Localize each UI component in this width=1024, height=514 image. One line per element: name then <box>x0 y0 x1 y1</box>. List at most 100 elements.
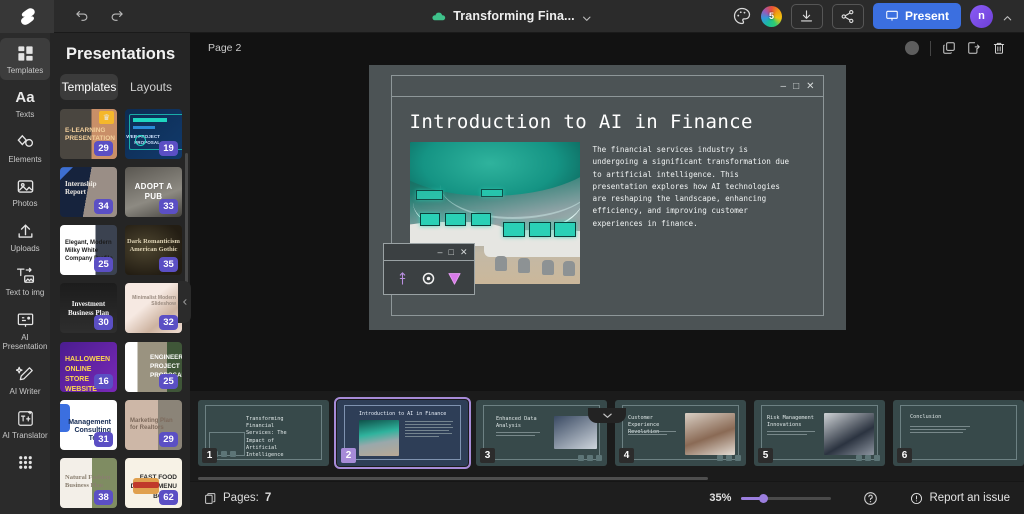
zoom-controls: 35% Report an issue <box>709 491 1010 506</box>
zoom-slider-knob[interactable] <box>759 493 769 503</box>
minimize-icon[interactable]: – <box>438 247 443 257</box>
zoom-slider[interactable] <box>741 493 832 503</box>
template-card[interactable]: E-LEARNING PRESENTATION ♛ 29 <box>60 109 117 159</box>
avatar[interactable]: n <box>970 4 993 28</box>
pages-indicator: Pages: 7 <box>204 492 271 505</box>
zoom-level: 35% <box>709 492 732 504</box>
undo-button[interactable] <box>70 4 94 28</box>
color-wheel-badge[interactable]: 5 <box>760 5 782 27</box>
filmstrip-collapse-chevron[interactable] <box>588 408 626 423</box>
sidebar-item-ai-presentation[interactable]: AI Presentation <box>0 305 50 357</box>
float-icon-row <box>384 261 474 295</box>
template-card[interactable]: Investment Business Plan 30 <box>60 283 117 334</box>
avatar-initial: n <box>978 10 985 22</box>
tab-layouts[interactable]: Layouts <box>122 74 180 100</box>
template-card[interactable]: ADOPT A PUB 33 <box>125 167 182 218</box>
sidebar-item-elements[interactable]: Elements <box>0 127 50 169</box>
template-count-badge: 25 <box>159 373 178 389</box>
sidebar-item-templates[interactable]: Templates <box>0 38 50 81</box>
sidebar-item-photos[interactable]: Photos <box>0 171 50 213</box>
share-button[interactable] <box>831 3 864 29</box>
templates-panel: Presentations Templates Layouts E-LEARNI… <box>50 33 191 514</box>
triangle-down-icon[interactable] <box>447 271 462 286</box>
present-button[interactable]: Present <box>872 3 961 29</box>
template-card[interactable]: Internship Report 34 <box>60 167 117 218</box>
sidebar-item-uploads[interactable]: Uploads <box>0 216 50 258</box>
duplicate-icon[interactable] <box>942 41 956 55</box>
thumb-number: 1 <box>202 448 217 463</box>
template-card[interactable]: HALLOWEEN ONLINE STORE WEBSITE DESIGN 16 <box>60 341 117 392</box>
filmstrip-scrollbar[interactable] <box>198 477 708 480</box>
maximize-icon[interactable]: □ <box>449 247 454 257</box>
close-icon[interactable]: ✕ <box>460 247 468 258</box>
slide-body-text: The financial services industry is under… <box>592 145 790 228</box>
target-icon[interactable] <box>421 271 436 286</box>
template-card[interactable]: Minimalist Modern Slideshow 32 <box>125 283 182 334</box>
template-count-badge: 19 <box>159 141 178 156</box>
minimize-icon[interactable]: – <box>781 81 787 92</box>
slide-window-controls: – □ ✕ <box>391 76 823 97</box>
download-button[interactable] <box>790 3 823 29</box>
sidebar-item-ai-translator[interactable]: AI Translator <box>0 403 50 445</box>
vertical-arrow-icon[interactable] <box>395 271 410 286</box>
sidebar-item-texts[interactable]: Aa Texts <box>0 82 50 124</box>
slide-filmstrip: Transforming Financial Services: The Imp… <box>190 391 1024 481</box>
export-icon[interactable] <box>967 41 981 55</box>
template-card[interactable]: Elegant, Modern Milky White Company Prof… <box>60 225 117 276</box>
template-card[interactable]: ENGINEERING PROJECT PROPOSAL 25 <box>125 341 182 392</box>
history-controls <box>54 4 128 28</box>
pages-label: Pages: <box>223 492 259 504</box>
tab-templates[interactable]: Templates <box>60 74 118 100</box>
maximize-icon[interactable]: □ <box>793 81 799 92</box>
thumb-title: Conclusion <box>910 414 942 420</box>
template-card[interactable]: FAST FOOD DIGITAL MENU BOARD 62 <box>125 457 182 508</box>
report-issue-button[interactable]: Report an issue <box>910 492 1010 505</box>
template-card[interactable]: WEB PROJECT PROPOSAL 19 <box>125 109 182 159</box>
left-sidebar: Templates Aa Texts Elements Photos Uploa… <box>0 33 50 514</box>
floating-tool-panel[interactable]: – □ ✕ <box>382 243 475 295</box>
theme-dot-button[interactable] <box>905 41 919 55</box>
list-item[interactable]: Conclusion 6 <box>893 400 1024 466</box>
top-bar: Transforming Fina... 5 Present n <box>0 0 1024 33</box>
document-title: Transforming Fina... <box>453 9 575 23</box>
template-card[interactable]: Marketing Plan for Realtors 29 <box>125 399 182 450</box>
template-card[interactable]: Dark Romanticism American Gothic 35 <box>125 225 182 276</box>
delete-icon[interactable] <box>992 41 1006 55</box>
sidebar-item-text-to-img[interactable]: Text to img <box>0 260 50 302</box>
list-item[interactable]: Risk Management Innovations 5 <box>754 400 885 466</box>
top-bar-actions: 5 Present n <box>732 3 1024 29</box>
panel-collapse-handle[interactable] <box>178 281 191 323</box>
template-count-badge: 16 <box>94 373 113 389</box>
thumb-mini-icons <box>578 455 602 461</box>
sidebar-item-apps[interactable] <box>0 447 50 477</box>
sidebar-item-label: AI Presentation <box>2 332 48 352</box>
app-logo[interactable] <box>0 0 54 33</box>
palette-icon[interactable] <box>732 6 752 26</box>
elements-icon <box>16 134 33 147</box>
uploads-icon <box>17 224 33 238</box>
page-label: Page 2 <box>208 42 242 54</box>
template-card-title: Dark Romanticism American Gothic <box>127 238 180 253</box>
canvas-workspace: Page 2 – □ ✕ Introduction to AI in Finan… <box>190 33 1024 514</box>
redo-button[interactable] <box>104 4 128 28</box>
close-icon[interactable]: ✕ <box>806 81 814 92</box>
float-window-controls: – □ ✕ <box>383 244 474 261</box>
list-item[interactable]: Introduction to AI in Finance 2 <box>334 397 471 469</box>
thumb-title: Introduction to AI in Finance <box>359 411 447 417</box>
text-to-img-icon <box>16 267 34 284</box>
help-icon[interactable] <box>863 491 878 506</box>
template-card[interactable]: Natural Fashion Business Plan 38 <box>60 457 117 508</box>
list-item[interactable]: Customer Experience Revolution 4 <box>615 400 746 466</box>
sidebar-item-label: AI Translator <box>2 430 48 440</box>
thumb-number: 2 <box>341 448 356 463</box>
sidebar-item-ai-writer[interactable]: AI Writer <box>0 359 50 401</box>
chevron-up-icon[interactable] <box>1002 11 1013 22</box>
list-item[interactable]: Transforming Financial Services: The Imp… <box>198 400 329 466</box>
template-card[interactable]: Management Consulting Toolkit 31 <box>60 399 117 450</box>
thumb-mini-icons <box>717 455 741 461</box>
slide-canvas[interactable]: – □ ✕ Introduction to AI in Finance The … <box>368 65 846 330</box>
thumb-number: 3 <box>480 448 495 463</box>
sidebar-item-label: Templates <box>6 66 44 75</box>
document-title-area[interactable]: Transforming Fina... <box>431 9 592 24</box>
chevron-down-icon[interactable] <box>582 11 593 22</box>
